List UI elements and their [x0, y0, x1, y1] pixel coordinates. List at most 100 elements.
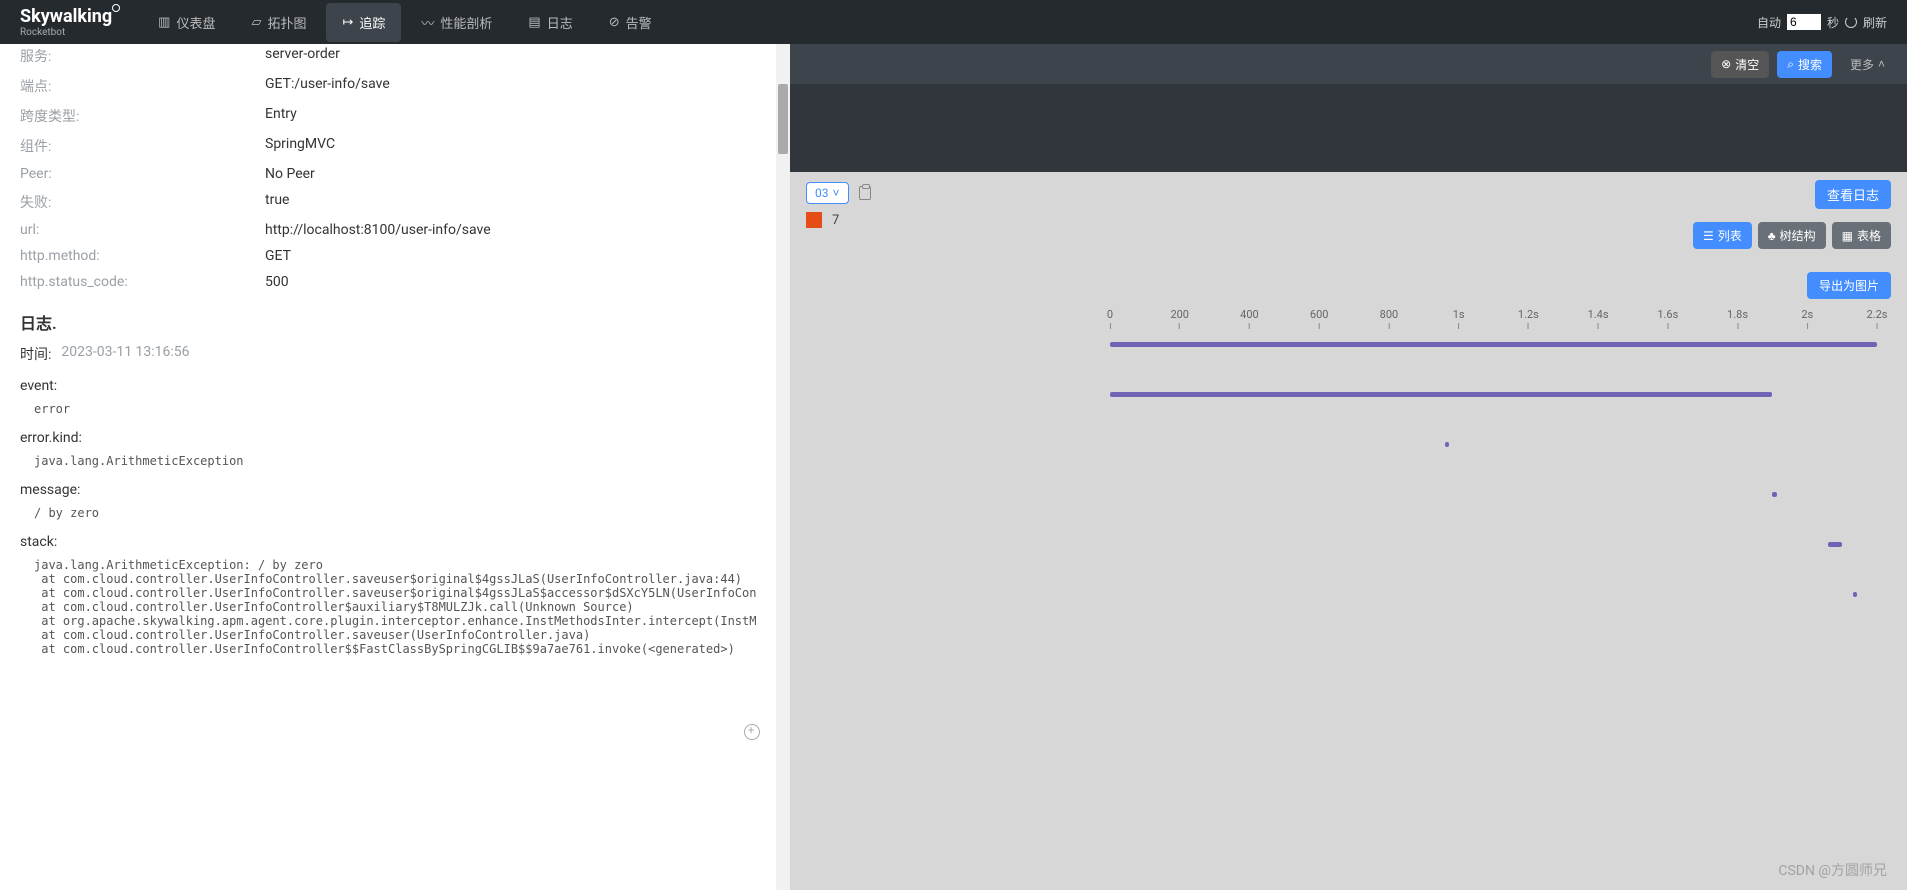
log-time-row: 时间: 2023-03-11 13:16:56 [20, 344, 756, 364]
log-icon: ▤ [528, 15, 540, 30]
detail-value: server-order [265, 46, 340, 66]
detail-row: 失败:true [20, 190, 756, 214]
nav-dashboard[interactable]: ▥仪表盘 [142, 3, 231, 42]
auto-label: 自动 [1757, 14, 1781, 31]
log-message-label: message: [20, 482, 756, 498]
log-kind-value: java.lang.ArithmeticException [20, 454, 756, 468]
log-kind-label: error.kind: [20, 430, 756, 446]
detail-label: 跨度类型: [20, 106, 265, 126]
view-switch: ☰列表 ♣树结构 ▦表格 [1693, 222, 1891, 249]
detail-row: http.status_code:500 [20, 272, 756, 292]
header-right: 自动 秒 刷新 [1757, 14, 1887, 31]
trace-toolbar: ⊗清空 ⌕搜索 更多 ˄ [790, 44, 1907, 84]
watermark: CSDN @方圆师兄 [1778, 860, 1887, 880]
span-bar[interactable] [1772, 492, 1777, 497]
timeline-chart: 02004006008001s1.2s1.4s1.6s1.8s2s2.2s [1110, 308, 1877, 342]
span-bar[interactable] [1828, 542, 1842, 547]
refresh-label[interactable]: 刷新 [1863, 14, 1887, 31]
timeline-axis: 02004006008001s1.2s1.4s1.6s1.8s2s2.2s [1110, 308, 1877, 332]
chart-icon: ▥ [158, 15, 170, 30]
detail-value: true [265, 192, 289, 212]
span-bar[interactable] [1110, 342, 1877, 347]
detail-value: Entry [265, 106, 297, 126]
detail-label: http.method: [20, 248, 265, 264]
chevron-up-icon: ˄ [1878, 57, 1885, 71]
detail-row: http.method:GET [20, 246, 756, 266]
view-tree-button[interactable]: ♣树结构 [1758, 222, 1826, 249]
span-bar[interactable] [1445, 442, 1450, 447]
detail-row: 组件:SpringMVC [20, 134, 756, 158]
detail-label: 组件: [20, 136, 265, 156]
tick: 2.2s [1867, 308, 1888, 329]
nav-alarm[interactable]: ⊘告警 [593, 3, 668, 42]
log-stack: stack: java.lang.ArithmeticException: / … [20, 534, 756, 656]
log-error-kind: error.kind: java.lang.ArithmeticExceptio… [20, 430, 756, 468]
span-bar[interactable] [1853, 592, 1858, 597]
more-button[interactable]: 更多 ˄ [1840, 51, 1895, 78]
detail-label: 端点: [20, 76, 265, 96]
chevron-down-icon: ˅ [833, 186, 840, 200]
log-time-label: 时间: [20, 344, 51, 364]
tick: 200 [1170, 308, 1189, 329]
view-table-button[interactable]: ▦表格 [1832, 222, 1891, 249]
nav-trace[interactable]: ↦追踪 [326, 3, 401, 42]
log-message: message: / by zero [20, 482, 756, 520]
tick: 2s [1801, 308, 1813, 329]
detail-label: Peer: [20, 166, 265, 182]
detail-row: 跨度类型:Entry [20, 104, 756, 128]
log-event-value: error [20, 402, 756, 416]
alarm-icon: ⊘ [609, 15, 620, 30]
detail-row: 端点:GET:/user-info/save [20, 74, 756, 98]
log-stack-label: stack: [20, 534, 756, 550]
sec-label: 秒 [1827, 14, 1839, 31]
tick: 1.8s [1727, 308, 1748, 329]
trace-panel: ⊗清空 ⌕搜索 更多 ˄ 查看日志 03˅ 7 ☰列表 ♣树结构 ▦表格 导出为… [790, 44, 1907, 890]
tick: 0 [1107, 308, 1113, 329]
interval-input[interactable] [1787, 14, 1821, 30]
view-list-button[interactable]: ☰列表 [1693, 222, 1752, 249]
scrollbar-thumb[interactable] [778, 84, 788, 154]
brand-main: Skywalking [20, 6, 112, 27]
detail-value: SpringMVC [265, 136, 335, 156]
controls-row: 03˅ [806, 182, 1891, 204]
search-icon: ⌕ [1787, 57, 1794, 72]
profile-icon: 〰 [421, 13, 434, 32]
log-event-label: event: [20, 378, 756, 394]
detail-row: url:http://localhost:8100/user-info/save [20, 220, 756, 240]
tick: 1.6s [1657, 308, 1678, 329]
clipboard-icon[interactable] [859, 186, 871, 200]
tick: 1.4s [1588, 308, 1609, 329]
log-section-title: 日志. [20, 310, 756, 334]
nav-topology[interactable]: ▱拓扑图 [235, 3, 322, 42]
error-badge-icon [806, 212, 822, 228]
brand-sub: Rocketbot [20, 27, 112, 38]
trace-body: 查看日志 03˅ 7 ☰列表 ♣树结构 ▦表格 导出为图片 0200400600… [790, 172, 1907, 890]
view-log-button[interactable]: 查看日志 [1815, 180, 1891, 209]
nav-profile[interactable]: 〰性能剖析 [405, 3, 508, 42]
trace-icon: ↦ [342, 15, 353, 30]
span-bar[interactable] [1110, 392, 1772, 397]
topology-icon: ▱ [251, 15, 261, 30]
top-header: Skywalking Rocketbot ▥仪表盘 ▱拓扑图 ↦追踪 〰性能剖析… [0, 0, 1907, 44]
detail-row: 服务:server-order [20, 44, 756, 68]
list-icon: ☰ [1703, 229, 1714, 243]
detail-value: 500 [265, 274, 289, 290]
span-detail-panel: 服务:server-order端点:GET:/user-info/save跨度类… [0, 44, 790, 890]
search-button[interactable]: ⌕搜索 [1777, 51, 1832, 78]
refresh-icon[interactable] [1845, 16, 1857, 28]
span-detail-content: 服务:server-order端点:GET:/user-info/save跨度类… [0, 44, 776, 890]
tick: 1.2s [1518, 308, 1539, 329]
log-stack-value: java.lang.ArithmeticException: / by zero… [20, 558, 756, 656]
left-scrollbar[interactable] [776, 44, 790, 890]
tree-icon: ♣ [1768, 229, 1776, 243]
trace-select[interactable]: 03˅ [806, 182, 849, 204]
detail-value: No Peer [265, 166, 315, 182]
export-image-button[interactable]: 导出为图片 [1807, 272, 1891, 299]
detail-value: GET [265, 248, 291, 264]
trace-filter-area [790, 84, 1907, 172]
nav-log[interactable]: ▤日志 [512, 3, 588, 42]
magnify-icon[interactable] [744, 724, 760, 740]
clear-button[interactable]: ⊗清空 [1711, 51, 1769, 78]
detail-label: url: [20, 222, 265, 238]
detail-value: GET:/user-info/save [265, 76, 390, 96]
